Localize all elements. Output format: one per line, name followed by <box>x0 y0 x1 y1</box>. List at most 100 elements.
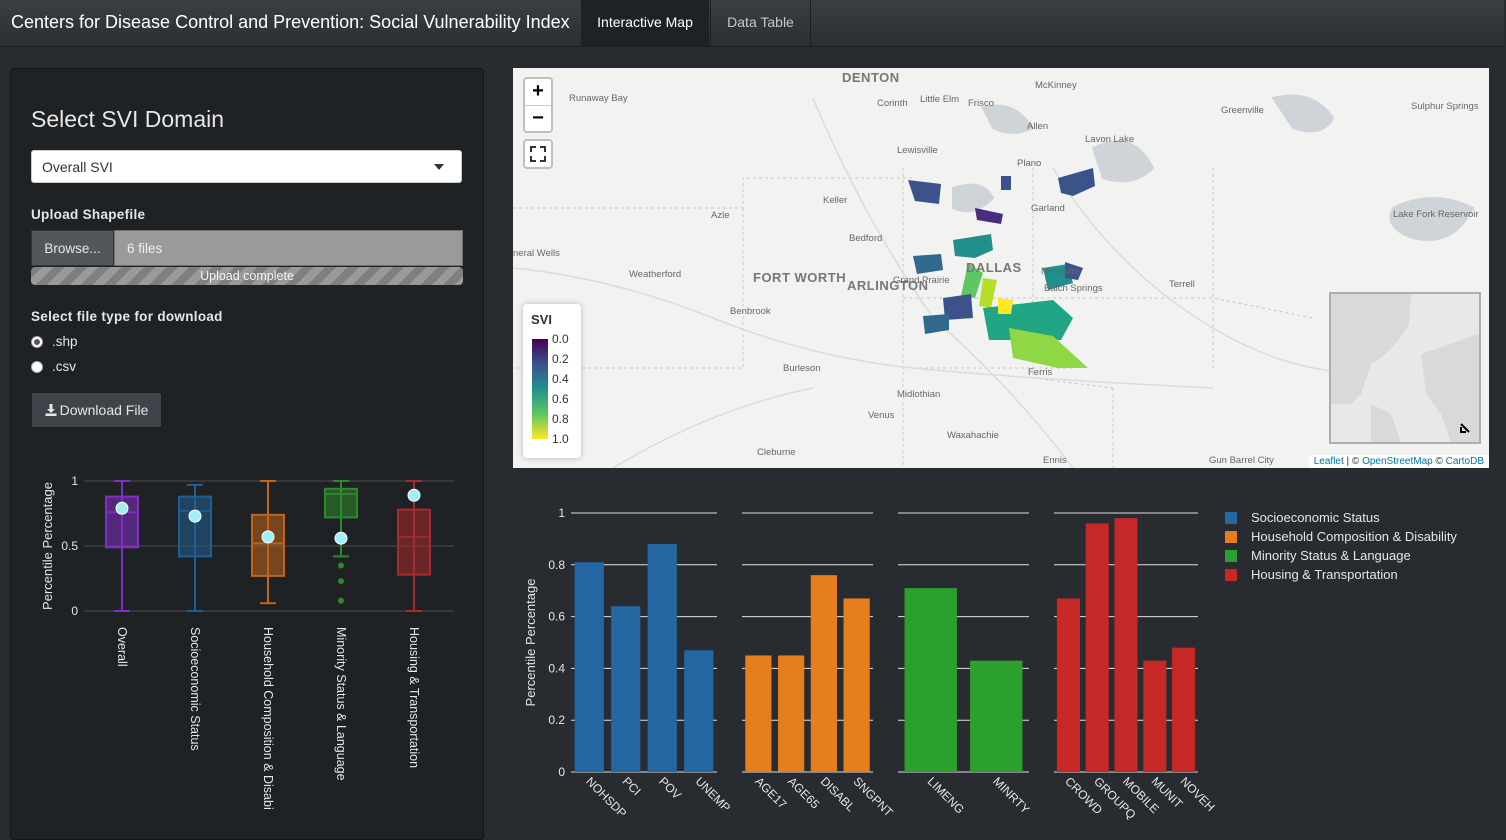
place-label: Keller <box>823 195 848 206</box>
leaflet-link[interactable]: Leaflet <box>1314 456 1344 467</box>
x-category-label: MINRTY <box>990 774 1032 816</box>
caret-down-icon <box>434 164 444 170</box>
bar <box>778 655 805 772</box>
bar <box>1085 523 1109 772</box>
y-tick-label: 0.6 <box>548 610 565 624</box>
tab-interactive-map[interactable]: Interactive Map <box>581 0 709 46</box>
y-tick-label: 1 <box>558 506 565 520</box>
navbar: Centers for Disease Control and Preventi… <box>0 0 1504 47</box>
radio-shp[interactable] <box>31 336 43 348</box>
box-selected-marker <box>334 531 348 545</box>
leaflet-map[interactable]: Runaway Bay DENTON McKinney Corinth Litt… <box>513 68 1489 468</box>
box <box>251 513 285 577</box>
download-file-button[interactable]: Download File <box>31 392 162 428</box>
attribution-sep: | © <box>1343 456 1363 467</box>
x-category-label: Minority Status & Language <box>334 627 348 781</box>
domain-select[interactable]: Overall SVI <box>31 150 462 183</box>
y-tick-label: 0 <box>558 765 565 779</box>
place-label: Allen <box>1027 121 1049 132</box>
x-category-label: LIMENG <box>925 774 967 816</box>
place-label: McKinney <box>1035 80 1077 91</box>
x-category-label: POV <box>656 774 684 802</box>
place-label: Garland <box>1031 203 1065 214</box>
radio-csv-label: .csv <box>52 359 77 374</box>
legend-tick: 0.8 <box>552 412 569 426</box>
upload-progress-bar: Upload complete <box>31 267 463 285</box>
x-category-label: Overall <box>115 627 129 667</box>
box-selected-marker <box>115 501 129 515</box>
bar <box>810 575 837 772</box>
zoom-control: + − <box>523 77 553 133</box>
box-outlier <box>338 578 344 585</box>
fullscreen-icon <box>530 146 546 162</box>
y-tick-label: 0.4 <box>548 661 565 675</box>
bar <box>970 660 1023 772</box>
x-category-label: DISABL <box>818 774 858 814</box>
x-category-label: AGE17 <box>752 774 789 811</box>
attribution-sep: © <box>1432 456 1446 467</box>
zoom-in-button[interactable]: + <box>525 79 551 106</box>
download-type-label: Select file type for download <box>31 309 223 324</box>
y-tick-label: 1 <box>71 474 78 488</box>
boxplot-chart: 1 0.5 0 Percentile Percentage Overall Socioec… <box>40 474 454 810</box>
legend-swatch <box>1225 512 1237 524</box>
radio-csv[interactable] <box>31 361 43 373</box>
x-category-label: Socioeconomic Status <box>188 627 202 751</box>
bar-chart: NOHSDPPCI POV UNEMPSocioeconomic StatusAGE… <box>523 506 1457 822</box>
place-label: Benbrook <box>730 306 771 317</box>
place-label: Waxahachie <box>947 430 999 441</box>
place-label: Runaway Bay <box>569 93 628 104</box>
bar <box>1056 598 1080 772</box>
minimap-world <box>1331 294 1479 442</box>
x-category-label: Household Composition & Disabi <box>261 627 275 810</box>
y-tick-label: 0.5 <box>61 539 78 553</box>
city-label: FORT WORTH <box>753 270 847 285</box>
place-label: Mineral Wells <box>513 248 560 259</box>
place-label: Weatherford <box>629 269 682 280</box>
bar <box>1114 518 1138 772</box>
file-name-field: 6 files <box>114 230 463 266</box>
bar <box>611 606 641 772</box>
x-category-label: UNEMP <box>693 774 734 815</box>
box <box>397 508 431 576</box>
place-label: Mesquite <box>1041 266 1080 277</box>
bar <box>1143 660 1167 772</box>
zoom-out-button[interactable]: − <box>525 106 551 132</box>
tab-data-table[interactable]: Data Table <box>710 0 811 46</box>
minimap[interactable] <box>1329 292 1481 444</box>
box-outlier <box>338 562 344 569</box>
legend-label: Household Composition & Disability <box>1251 529 1457 544</box>
box-selected-marker <box>407 488 421 502</box>
download-icon <box>45 404 57 416</box>
place-label: Grand Prairie <box>893 275 950 286</box>
bar <box>647 544 677 772</box>
cartodb-link[interactable]: CartoDB <box>1446 456 1484 467</box>
place-label: Burleson <box>783 363 821 374</box>
x-category-label: NOVEH <box>1177 774 1217 814</box>
y-tick-label: 0.8 <box>548 558 565 572</box>
osm-link[interactable]: OpenStreetMap <box>1362 456 1433 467</box>
legend-tick: 0.4 <box>552 372 569 386</box>
sidebar-title: Select SVI Domain <box>31 106 225 132</box>
place-label: Lavon Lake <box>1085 134 1135 145</box>
legend-color-bar <box>532 339 548 439</box>
fullscreen-button[interactable] <box>523 139 553 169</box>
legend-swatch <box>1225 531 1237 543</box>
city-label: DALLAS <box>966 260 1022 275</box>
browse-button[interactable]: Browse... <box>31 230 114 266</box>
map-attribution: Leaflet | © OpenStreetMap © CartoDB <box>1308 455 1489 468</box>
city-label: DENTON <box>842 70 900 85</box>
app-title: Centers for Disease Control and Preventi… <box>11 12 570 32</box>
radio-shp-label: .shp <box>52 334 78 349</box>
legend-label: Socioeconomic Status <box>1251 510 1380 525</box>
bar <box>904 588 957 772</box>
place-label: Frisco <box>968 98 994 109</box>
place-label: Lake Fork Reservoir <box>1393 209 1479 220</box>
place-label: Midlothian <box>897 389 941 400</box>
bar <box>1172 647 1196 772</box>
x-category-label: AGE65 <box>785 774 822 811</box>
y-tick-label: 0.2 <box>548 713 565 727</box>
place-label: Little Elm <box>920 94 960 105</box>
place-label: Sulphur Springs <box>1411 101 1479 112</box>
legend-label: Minority Status & Language <box>1251 548 1411 563</box>
